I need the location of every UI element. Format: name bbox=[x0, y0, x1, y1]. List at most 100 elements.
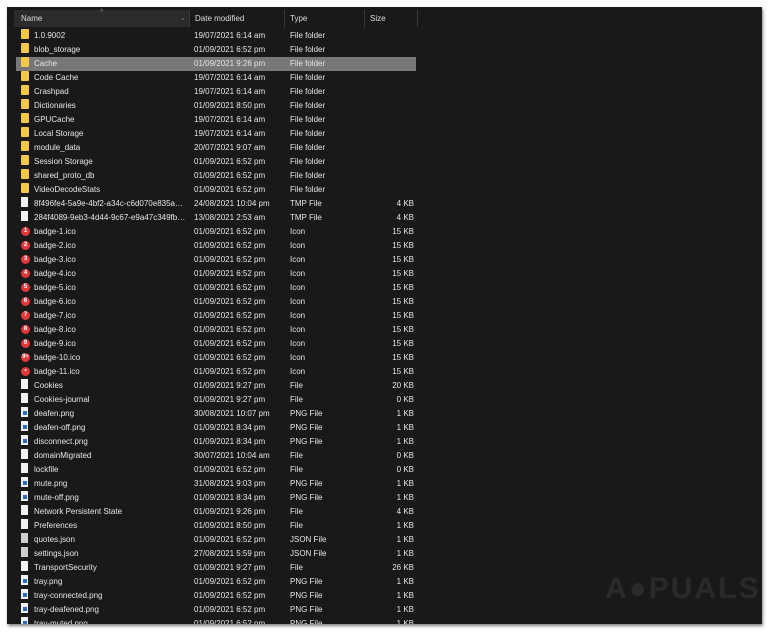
file-date: 13/08/2021 2:53 am bbox=[194, 213, 266, 222]
file-row[interactable]: Preferences 01/09/2021 8:50 pm File 1 KB bbox=[16, 519, 416, 533]
file-name: 284f4089-9eb3-4d44-9c67-e9a47c349fb2.... bbox=[34, 213, 186, 222]
file-row[interactable]: tray.png 01/09/2021 6:52 pm PNG File 1 KB bbox=[16, 575, 416, 589]
file-row[interactable]: domainMigrated 30/07/2021 10:04 am File 0 K… bbox=[16, 449, 416, 463]
column-header-size[interactable]: Size bbox=[365, 10, 418, 27]
file-date: 01/09/2021 6:52 pm bbox=[194, 269, 266, 278]
file-size: 4 KB bbox=[396, 213, 414, 222]
png-icon bbox=[21, 435, 28, 445]
file-row[interactable]: 2 badge-2.ico 01/09/2021 6:52 pm Icon 15 KB bbox=[16, 239, 416, 253]
file-icon bbox=[21, 561, 28, 571]
badge-icon: 1 bbox=[21, 227, 30, 236]
file-row[interactable]: 4 badge-4.ico 01/09/2021 6:52 pm Icon 15 KB bbox=[16, 267, 416, 281]
folder-icon bbox=[21, 113, 29, 123]
file-row[interactable]: Crashpad 19/07/2021 6:14 am File folder bbox=[16, 85, 416, 99]
file-row[interactable]: Cookies-journal 01/09/2021 9:27 pm File 0 K… bbox=[16, 393, 416, 407]
column-header-date[interactable]: Date modified bbox=[190, 10, 285, 27]
file-row[interactable]: quotes.json 01/09/2021 6:52 pm JSON File 1 … bbox=[16, 533, 416, 547]
file-row[interactable]: tray-muted.png 01/09/2021 6:52 pm PNG File… bbox=[16, 617, 416, 624]
file-row[interactable]: 7 badge-7.ico 01/09/2021 6:52 pm Icon 15 KB bbox=[16, 309, 416, 323]
file-row[interactable]: module_data 20/07/2021 9:07 am File folder bbox=[16, 141, 416, 155]
file-row[interactable]: 284f4089-9eb3-4d44-9c67-e9a47c349fb2....… bbox=[16, 211, 416, 225]
file-row[interactable]: Dictionaries 01/09/2021 8:50 pm File folde… bbox=[16, 99, 416, 113]
file-row[interactable]: 9 badge-9.ico 01/09/2021 6:52 pm Icon 15 KB bbox=[16, 337, 416, 351]
file-row[interactable]: TransportSecurity 01/09/2021 9:27 pm File 2… bbox=[16, 561, 416, 575]
file-row[interactable]: • badge-11.ico 01/09/2021 6:52 pm Icon 15 KB bbox=[16, 365, 416, 379]
file-type: PNG File bbox=[290, 409, 323, 418]
file-date: 01/09/2021 6:52 pm bbox=[194, 591, 266, 600]
file-type: File bbox=[290, 451, 303, 460]
file-name: badge-8.ico bbox=[34, 325, 76, 334]
file-row[interactable]: disconnect.png 01/09/2021 8:34 pm PNG File… bbox=[16, 435, 416, 449]
badge-icon: 4 bbox=[21, 269, 30, 278]
file-name: lockfile bbox=[34, 465, 59, 474]
file-size: 0 KB bbox=[396, 395, 414, 404]
file-type: File bbox=[290, 521, 303, 530]
folder-icon bbox=[21, 57, 29, 67]
file-name: badge-7.ico bbox=[34, 311, 76, 320]
file-type: File folder bbox=[290, 115, 326, 124]
file-row[interactable]: shared_proto_db 01/09/2021 6:52 pm File fo… bbox=[16, 169, 416, 183]
file-row[interactable]: blob_storage 01/09/2021 6:52 pm File folde… bbox=[16, 43, 416, 57]
folder-icon bbox=[21, 183, 29, 193]
file-row[interactable]: deafen-off.png 01/09/2021 8:34 pm PNG File… bbox=[16, 421, 416, 435]
file-name: blob_storage bbox=[34, 45, 81, 54]
badge-icon: 8 bbox=[21, 325, 30, 334]
file-date: 01/09/2021 6:52 pm bbox=[194, 465, 266, 474]
file-type: Icon bbox=[290, 283, 306, 292]
file-date: 01/09/2021 6:52 pm bbox=[194, 367, 266, 376]
file-row[interactable]: 3 badge-3.ico 01/09/2021 6:52 pm Icon 15 KB bbox=[16, 253, 416, 267]
file-date: 01/09/2021 6:52 pm bbox=[194, 297, 266, 306]
file-row[interactable]: 1 badge-1.ico 01/09/2021 6:52 pm Icon 15 KB bbox=[16, 225, 416, 239]
file-row[interactable]: 9+ badge-10.ico 01/09/2021 6:52 pm Icon 15 K… bbox=[16, 351, 416, 365]
file-type: Icon bbox=[290, 269, 306, 278]
file-row[interactable]: Code Cache 19/07/2021 6:14 am File folder bbox=[16, 71, 416, 85]
folder-icon bbox=[21, 71, 29, 81]
file-row[interactable]: Local Storage 19/07/2021 6:14 am File fold… bbox=[16, 127, 416, 141]
file-row[interactable]: tray-deafened.png 01/09/2021 6:52 pm PNG F… bbox=[16, 603, 416, 617]
file-size: 15 KB bbox=[392, 297, 414, 306]
file-name: badge-1.ico bbox=[34, 227, 76, 236]
folder-icon bbox=[21, 29, 29, 39]
file-size: 1 KB bbox=[396, 549, 414, 558]
file-date: 01/09/2021 6:52 pm bbox=[194, 353, 266, 362]
file-row[interactable]: Network Persistent State 01/09/2021 9:26 … bbox=[16, 505, 416, 519]
file-date: 27/08/2021 5:59 pm bbox=[194, 549, 266, 558]
file-name: badge-9.ico bbox=[34, 339, 76, 348]
file-row[interactable]: 6 badge-6.ico 01/09/2021 6:52 pm Icon 15 KB bbox=[16, 295, 416, 309]
file-row[interactable]: 8f496fe4-5a9e-4bf2-a34c-c6d070e835a8.t..… bbox=[16, 197, 416, 211]
chevron-down-icon[interactable]: ⌄ bbox=[180, 10, 186, 27]
folder-icon bbox=[21, 169, 29, 179]
file-row[interactable]: Cache 01/09/2021 9:26 pm File folder bbox=[16, 57, 416, 71]
file-row[interactable]: Session Storage 01/09/2021 6:52 pm File fo… bbox=[16, 155, 416, 169]
file-size: 1 KB bbox=[396, 423, 414, 432]
file-date: 01/09/2021 8:50 pm bbox=[194, 521, 266, 530]
file-row[interactable]: 1.0.9002 19/07/2021 6:14 am File folder bbox=[16, 29, 416, 43]
file-size: 15 KB bbox=[392, 311, 414, 320]
column-name-label: Name bbox=[21, 14, 43, 23]
file-row[interactable]: settings.json 27/08/2021 5:59 pm JSON File… bbox=[16, 547, 416, 561]
png-icon bbox=[21, 421, 28, 431]
file-date: 01/09/2021 6:52 pm bbox=[194, 171, 266, 180]
file-name: badge-11.ico bbox=[34, 367, 80, 376]
file-date: 01/09/2021 6:52 pm bbox=[194, 227, 266, 236]
file-type: PNG File bbox=[290, 619, 323, 624]
column-header-type[interactable]: Type bbox=[285, 10, 365, 27]
file-row[interactable]: VideoDecodeStats 01/09/2021 6:52 pm File f… bbox=[16, 183, 416, 197]
file-row[interactable]: deafen.png 30/08/2021 10:07 pm PNG File 1 K… bbox=[16, 407, 416, 421]
column-header-name[interactable]: ^ Name ⌄ bbox=[14, 9, 190, 27]
file-row[interactable]: 5 badge-5.ico 01/09/2021 6:52 pm Icon 15 KB bbox=[16, 281, 416, 295]
file-row[interactable]: mute-off.png 01/09/2021 8:34 pm PNG File 1 … bbox=[16, 491, 416, 505]
file-row[interactable]: Cookies 01/09/2021 9:27 pm File 20 KB bbox=[16, 379, 416, 393]
file-type: Icon bbox=[290, 311, 306, 320]
file-name: badge-10.ico bbox=[34, 353, 81, 362]
file-row[interactable]: 8 badge-8.ico 01/09/2021 6:52 pm Icon 15 KB bbox=[16, 323, 416, 337]
file-size: 15 KB bbox=[392, 283, 414, 292]
file-row[interactable]: mute.png 31/08/2021 9:03 pm PNG File 1 KB bbox=[16, 477, 416, 491]
file-type: Icon bbox=[290, 227, 306, 236]
file-name: tray-deafened.png bbox=[34, 605, 99, 614]
file-row[interactable]: tray-connected.png 01/09/2021 6:52 pm PNG … bbox=[16, 589, 416, 603]
file-row[interactable]: GPUCache 19/07/2021 6:14 am File folder bbox=[16, 113, 416, 127]
file-size: 15 KB bbox=[392, 353, 414, 362]
file-row[interactable]: lockfile 01/09/2021 6:52 pm File 0 KB bbox=[16, 463, 416, 477]
file-name: shared_proto_db bbox=[34, 171, 95, 180]
